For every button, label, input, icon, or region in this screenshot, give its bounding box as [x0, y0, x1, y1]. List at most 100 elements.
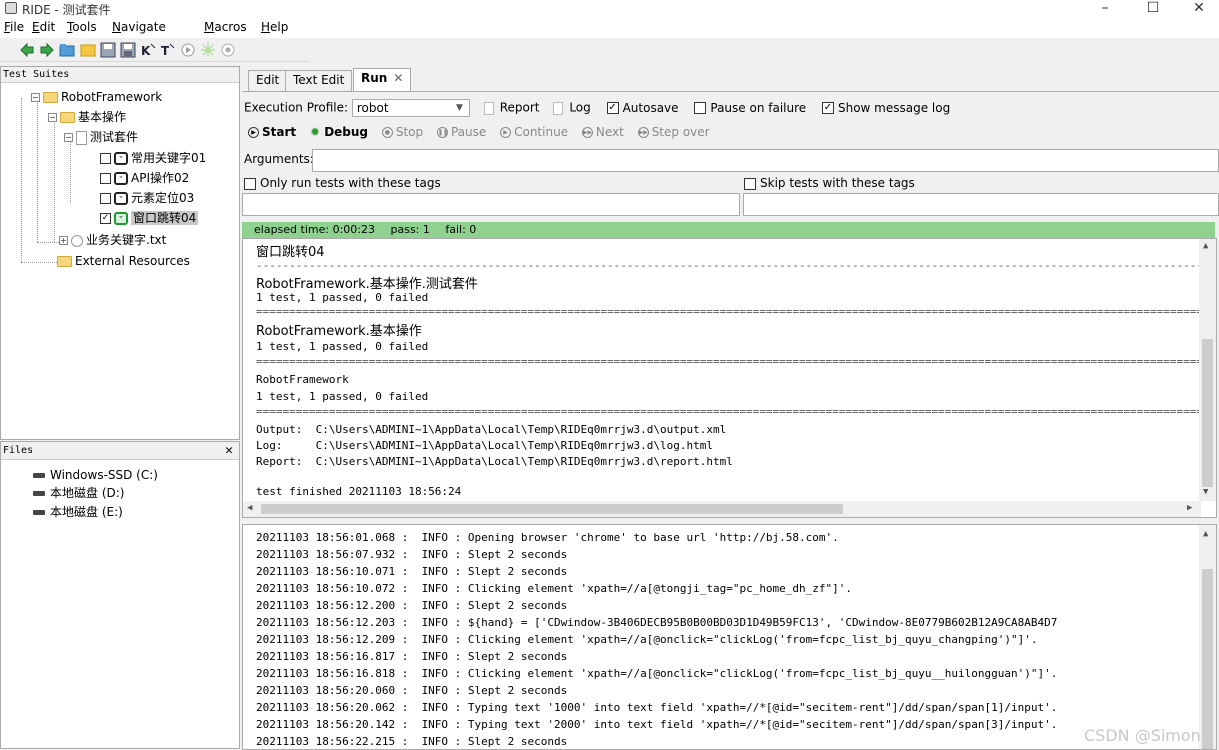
log-vertical-scrollbar[interactable]: ▲	[1199, 525, 1216, 750]
test-suites-panel: Test Suites −RobotFramework −基本操作 −测试套件 …	[0, 66, 240, 440]
output-separator: ========================================…	[256, 305, 1217, 318]
fail-count: fail: 0	[445, 223, 476, 236]
scroll-right-icon[interactable]: ▶	[1187, 503, 1192, 513]
open-folder-icon[interactable]	[59, 42, 75, 58]
pause-on-failure-checkbox[interactable]: Pause on failure	[694, 101, 806, 115]
tree-test-item[interactable]: ᵕAPI操作02	[100, 168, 189, 188]
elapsed-time: elapsed time: 0:00:23	[254, 223, 375, 236]
menu-edit[interactable]: Edit	[32, 20, 55, 34]
step-over-button[interactable]: ▶▶Step over	[638, 125, 710, 139]
log-line: 20211103 18:56:10.072 : INFO : Clicking …	[256, 582, 852, 595]
test-checkbox-checked[interactable]: ✓	[100, 213, 111, 224]
log-line: 20211103 18:56:12.209 : INFO : Clicking …	[256, 633, 1037, 646]
scroll-down-icon[interactable]: ▼	[1203, 487, 1208, 497]
test-search-icon[interactable]: T	[160, 42, 176, 58]
collapse-icon[interactable]: −	[48, 113, 57, 122]
scroll-left-icon[interactable]: ◀	[247, 503, 252, 513]
robot-test-icon: ᵕ	[114, 192, 128, 205]
tab-run[interactable]: Run✕	[353, 68, 411, 91]
collapse-icon[interactable]: −	[64, 133, 73, 142]
collapse-icon[interactable]: −	[31, 93, 40, 102]
show-message-log-checkbox[interactable]: ✓Show message log	[822, 101, 950, 115]
back-arrow-icon[interactable]	[19, 42, 35, 58]
menu-macros[interactable]: Macros	[204, 20, 247, 34]
pause-button[interactable]: ❚❚Pause	[437, 125, 486, 139]
debug-icon[interactable]	[200, 42, 216, 58]
stop-icon[interactable]	[220, 42, 236, 58]
test-checkbox[interactable]	[100, 153, 111, 164]
run-output-area[interactable]: 窗口跳转04 ---------------------------------…	[242, 238, 1217, 518]
output-line: RobotFramework.基本操作.测试套件	[256, 273, 478, 292]
keyword-search-icon[interactable]: K	[140, 42, 156, 58]
scroll-up-icon[interactable]: ▲	[1203, 241, 1208, 251]
log-line: 20211103 18:56:07.932 : INFO : Slept 2 s…	[256, 548, 567, 561]
execution-profile-select[interactable]: robot▼	[352, 99, 470, 117]
tab-text-edit[interactable]: Text Edit	[285, 70, 352, 91]
tree-node-label: 业务关键字.txt	[86, 233, 166, 247]
menu-tools[interactable]: Tools	[67, 20, 97, 34]
tree-test-label: 窗口跳转04	[131, 211, 198, 225]
log-button[interactable]: Log	[569, 101, 590, 115]
tree-test-item[interactable]: ᵕ常用关键字01	[100, 148, 206, 168]
drive-item[interactable]: 本地磁盘 (E:)	[33, 504, 123, 521]
checkbox-checked: ✓	[822, 102, 834, 114]
menu-help[interactable]: Help	[261, 20, 288, 34]
output-horizontal-scrollbar[interactable]: ◀ ▶	[243, 501, 1201, 517]
arguments-input[interactable]	[312, 149, 1219, 172]
tree-node-robotframework[interactable]: −RobotFramework	[31, 87, 162, 107]
tree-node-resource-file[interactable]: + 业务关键字.txt	[59, 230, 166, 250]
menu-navigate[interactable]: Navigate	[112, 20, 166, 34]
scrollbar-thumb[interactable]	[1202, 569, 1213, 749]
run-icon[interactable]	[180, 42, 196, 58]
tree-node-label: 基本操作	[78, 110, 126, 124]
test-checkbox[interactable]	[100, 193, 111, 204]
stop-button[interactable]: ●Stop	[382, 125, 423, 139]
drive-item[interactable]: 本地磁盘 (D:)	[33, 485, 124, 502]
tree-test-item-selected[interactable]: ✓ᵕ窗口跳转04	[100, 208, 198, 228]
files-panel: Files ✕ Windows-SSD (C:) 本地磁盘 (D:) 本地磁盘 …	[0, 441, 240, 749]
continue-button[interactable]: ▶Continue	[500, 125, 568, 139]
tab-edit[interactable]: Edit	[248, 70, 287, 91]
tree-node-test-suite[interactable]: −测试套件	[64, 127, 138, 147]
debug-button[interactable]: ✹ Debug	[310, 125, 368, 139]
menu-help-accel: H	[261, 20, 270, 34]
close-tab-icon[interactable]: ✕	[393, 71, 403, 85]
step-over-label: Step over	[652, 125, 710, 139]
pause-icon: ❚❚	[437, 127, 448, 138]
folder-icon	[43, 92, 58, 103]
autosave-checkbox[interactable]: ✓Autosave	[607, 101, 679, 115]
start-button[interactable]: ▶Start	[248, 125, 296, 139]
tree-node-external-resources[interactable]: External Resources	[54, 251, 190, 271]
close-window-button[interactable]: ✕	[1179, 0, 1219, 18]
only-run-tags-checkbox[interactable]: Only run tests with these tags	[244, 176, 441, 190]
output-vertical-scrollbar[interactable]: ▲ ▼	[1199, 239, 1216, 501]
include-tags-input[interactable]	[242, 193, 740, 216]
files-header: Files ✕	[1, 442, 239, 460]
skip-tags-checkbox[interactable]: Skip tests with these tags	[744, 176, 915, 190]
new-folder-icon[interactable]	[80, 42, 96, 58]
tree-test-item[interactable]: ᵕ元素定位03	[100, 188, 194, 208]
tree-node-basic-ops[interactable]: − 基本操作	[48, 107, 126, 127]
output-separator: ========================================…	[256, 355, 1217, 368]
expand-icon[interactable]: +	[59, 236, 68, 245]
scroll-up-icon[interactable]: ▲	[1203, 529, 1208, 539]
minimize-button[interactable]: –	[1085, 0, 1125, 18]
drive-icon	[33, 510, 45, 515]
menu-file[interactable]: File	[4, 20, 24, 34]
forward-arrow-icon[interactable]	[39, 42, 55, 58]
drive-item[interactable]: Windows-SSD (C:)	[33, 467, 158, 484]
maximize-button[interactable]: ☐	[1133, 0, 1173, 18]
next-button[interactable]: ▶▶Next	[582, 125, 624, 139]
scrollbar-thumb[interactable]	[261, 504, 843, 514]
close-files-icon[interactable]: ✕	[225, 442, 233, 459]
report-button[interactable]: Report	[500, 101, 540, 115]
window-title: RIDE - 测试套件	[22, 1, 111, 18]
scrollbar-thumb[interactable]	[1202, 339, 1213, 487]
test-checkbox[interactable]	[100, 173, 111, 184]
save-icon[interactable]	[100, 42, 116, 58]
drive-label: Windows-SSD (C:)	[50, 468, 158, 482]
exclude-tags-input[interactable]	[743, 193, 1219, 216]
message-log-area[interactable]: 20211103 18:56:01.068 : INFO : Opening b…	[242, 524, 1217, 750]
drive-icon	[33, 491, 45, 496]
save-all-icon[interactable]	[120, 42, 136, 58]
